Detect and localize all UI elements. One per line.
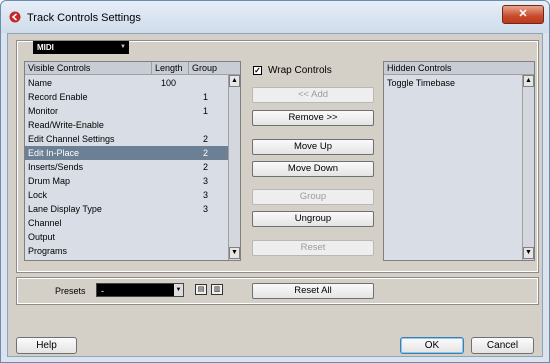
move-down-button[interactable]: Move Down — [252, 161, 374, 177]
presets-value: - — [101, 286, 104, 296]
control-name: Name — [28, 78, 53, 88]
list-item[interactable]: Programs — [25, 244, 228, 258]
track-type-select[interactable]: MIDI ▼ — [33, 41, 129, 54]
track-type-value: MIDI — [37, 43, 54, 52]
list-item[interactable]: Lane Display Type 3 — [25, 202, 228, 216]
control-group: 2 — [203, 162, 209, 172]
column-header-group[interactable]: Group — [189, 62, 228, 75]
control-group: 3 — [203, 204, 209, 214]
help-button[interactable]: Help — [16, 337, 77, 354]
scroll-down-button[interactable]: ▼ — [523, 247, 534, 259]
list-item[interactable]: Edit In-Place 2 — [25, 146, 228, 160]
chevron-down-icon: ▼ — [120, 44, 126, 50]
wrap-controls-label: Wrap Controls — [268, 65, 332, 76]
control-group: 2 — [203, 134, 209, 144]
list-item[interactable]: Record Enable 1 — [25, 90, 228, 104]
control-name: Read/Write-Enable — [28, 120, 104, 130]
list-item[interactable]: Channel — [25, 216, 228, 230]
scroll-down-button[interactable]: ▼ — [229, 247, 240, 259]
list-item[interactable]: Edit Channel Settings 2 — [25, 132, 228, 146]
move-up-button[interactable]: Move Up — [252, 139, 374, 155]
cubase-app-icon — [9, 11, 21, 23]
remove-preset-icon[interactable]: ▥ — [211, 284, 223, 295]
hidden-control-name: Toggle Timebase — [387, 78, 456, 88]
presets-select[interactable]: - ▼ — [96, 283, 184, 297]
close-button[interactable]: ✕ — [502, 5, 544, 24]
list-item[interactable]: Drum Map 3 — [25, 174, 228, 188]
control-length: 100 — [161, 78, 177, 88]
control-name: Lock — [28, 190, 48, 200]
presets-label: Presets — [55, 286, 86, 296]
control-name: Monitor — [28, 106, 59, 116]
column-header-hidden-controls[interactable]: Hidden Controls — [384, 62, 534, 75]
control-name: Channel — [28, 218, 62, 228]
list-item[interactable]: Monitor 1 — [25, 104, 228, 118]
scroll-up-button[interactable]: ▲ — [523, 75, 534, 87]
reset-button[interactable]: Reset — [252, 240, 374, 256]
control-name: Lane Display Type — [28, 204, 102, 214]
remove-button[interactable]: Remove >> — [252, 110, 374, 126]
list-item[interactable]: Read/Write-Enable — [25, 118, 228, 132]
control-name: Edit Channel Settings — [28, 134, 115, 144]
reset-all-button[interactable]: Reset All — [252, 283, 374, 299]
store-preset-icon[interactable]: ▤ — [195, 284, 207, 295]
chevron-down-icon: ▼ — [174, 284, 183, 296]
control-name: Programs — [28, 246, 68, 256]
list-item[interactable]: Inserts/Sends 2 — [25, 160, 228, 174]
dialog-client: MIDI ▼ Visible Controls Length Group Nam… — [7, 33, 543, 357]
control-name: Drum Map — [28, 176, 71, 186]
ok-button[interactable]: OK — [400, 337, 464, 354]
list-item[interactable]: Output — [25, 230, 228, 244]
control-group: 3 — [203, 176, 209, 186]
wrap-controls-checkbox[interactable]: ✓ — [253, 66, 262, 75]
control-group: 2 — [203, 148, 209, 158]
control-name: Inserts/Sends — [28, 162, 84, 172]
group-button[interactable]: Group — [252, 189, 374, 205]
column-header-length[interactable]: Length — [152, 62, 189, 75]
add-button[interactable]: << Add — [252, 87, 374, 103]
visible-list-scrollbar[interactable]: ▲ ▼ — [228, 75, 240, 260]
hidden-controls-list[interactable]: Hidden Controls Toggle Timebase ▲ ▼ — [383, 61, 535, 261]
ungroup-button[interactable]: Ungroup — [252, 211, 374, 227]
list-item[interactable]: Name 100 — [25, 76, 228, 90]
scroll-up-button[interactable]: ▲ — [229, 75, 240, 87]
list-item[interactable]: Toggle Timebase — [384, 76, 522, 90]
column-header-visible-controls[interactable]: Visible Controls — [25, 62, 152, 75]
hidden-controls-header: Hidden Controls — [384, 62, 534, 75]
control-group: 1 — [203, 92, 209, 102]
title-bar[interactable]: Track Controls Settings ✕ — [1, 1, 549, 33]
control-name: Record Enable — [28, 92, 88, 102]
list-item[interactable]: Lock 3 — [25, 188, 228, 202]
control-group: 3 — [203, 190, 209, 200]
cancel-button[interactable]: Cancel — [471, 337, 534, 354]
control-name: Output — [28, 232, 56, 242]
dialog-window: Track Controls Settings ✕ MIDI ▼ Visible… — [0, 0, 550, 363]
visible-controls-header: Visible Controls Length Group — [25, 62, 240, 75]
visible-controls-list[interactable]: Visible Controls Length Group Name 100 Rec… — [24, 61, 241, 261]
control-name: Edit In-Place — [28, 148, 80, 158]
window-title: Track Controls Settings — [27, 12, 141, 24]
control-group: 1 — [203, 106, 209, 116]
hidden-list-scrollbar[interactable]: ▲ ▼ — [522, 75, 534, 260]
